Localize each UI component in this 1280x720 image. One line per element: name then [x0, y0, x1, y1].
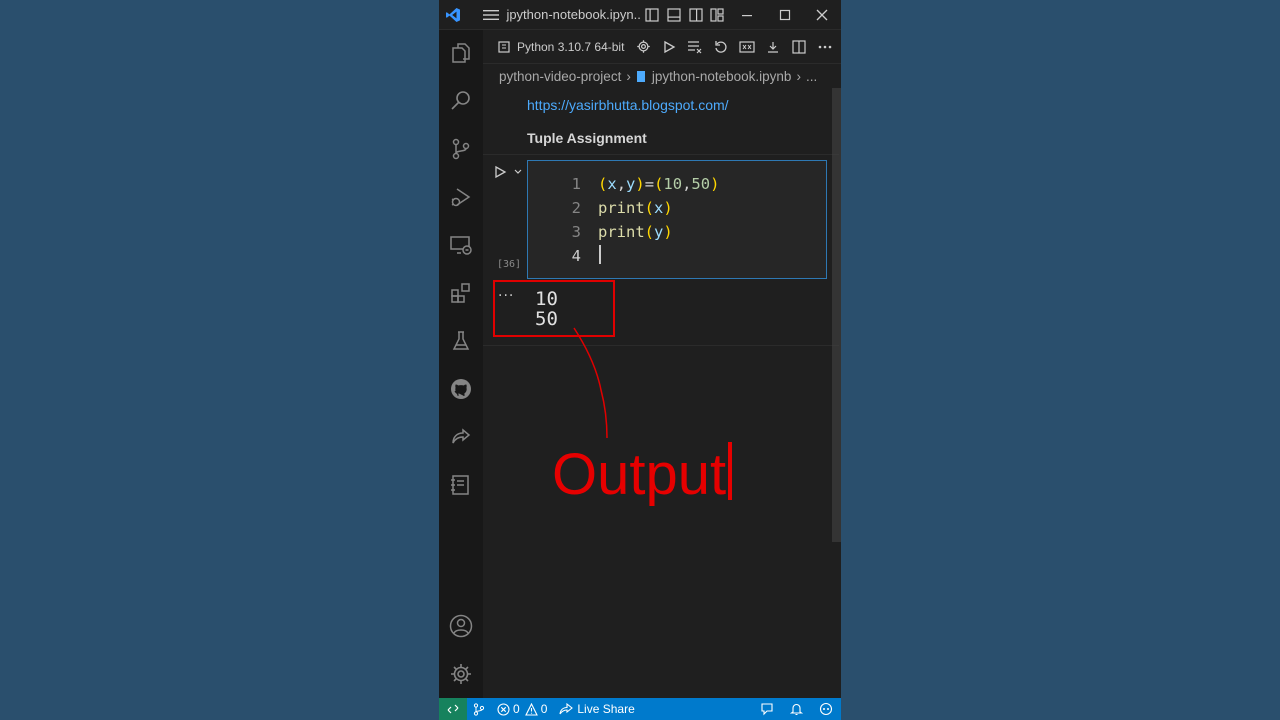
toggle-primary-sidebar-icon[interactable] [641, 0, 663, 30]
vscode-window: jpython-notebook.ipyn... Python 3.10.7 6… [439, 0, 841, 720]
remote-explorer-icon[interactable] [439, 223, 483, 267]
warning-icon [524, 702, 538, 716]
search-icon[interactable] [439, 79, 483, 123]
window-title: jpython-notebook.ipyn... [506, 7, 642, 22]
annotation-caret [728, 442, 733, 500]
toggle-secondary-sidebar-icon[interactable] [685, 0, 707, 30]
close-icon[interactable] [803, 0, 841, 30]
notebook-editor: Python 3.10.7 64-bit python-video-projec… [483, 30, 841, 698]
settings-gear-icon[interactable] [439, 652, 483, 696]
account-icon[interactable] [439, 604, 483, 648]
activity-bar [439, 30, 483, 698]
files-icon[interactable] [439, 31, 483, 75]
remote-indicator-icon[interactable] [439, 698, 467, 720]
live-share-button[interactable]: Live Share [553, 698, 640, 720]
error-count: 0 [513, 702, 520, 716]
source-control-icon [473, 702, 485, 716]
customize-layout-icon[interactable] [706, 0, 728, 30]
annotation-arrow [573, 327, 608, 439]
menu-icon[interactable] [477, 0, 505, 30]
annotation-text: Output [552, 440, 733, 510]
warning-count: 0 [540, 702, 548, 716]
error-icon [497, 702, 510, 716]
editor-scrollbar[interactable] [832, 88, 841, 542]
notifications-bell-icon[interactable] [782, 698, 811, 720]
source-control-icon[interactable] [439, 127, 483, 171]
minimize-icon[interactable] [728, 0, 766, 30]
branch-item[interactable] [467, 698, 491, 720]
problems-item[interactable]: 0 0 [491, 698, 553, 720]
maximize-icon[interactable] [766, 0, 804, 30]
copilot-icon[interactable] [811, 698, 841, 720]
extensions-icon[interactable] [439, 271, 483, 315]
status-bar: 0 0 Live Share [439, 698, 841, 720]
notebook-icon[interactable] [439, 463, 483, 507]
run-debug-icon[interactable] [439, 175, 483, 219]
github-icon[interactable] [439, 367, 483, 411]
live-share-label: Live Share [577, 702, 635, 716]
feedback-icon[interactable] [752, 698, 782, 720]
title-bar: jpython-notebook.ipyn... [439, 0, 841, 30]
annotation-label: Output [552, 442, 727, 507]
testing-icon[interactable] [439, 319, 483, 363]
vscode-logo-icon [439, 0, 467, 30]
live-share-icon [559, 703, 574, 715]
toggle-panel-icon[interactable] [663, 0, 685, 30]
live-share-icon[interactable] [439, 415, 483, 459]
